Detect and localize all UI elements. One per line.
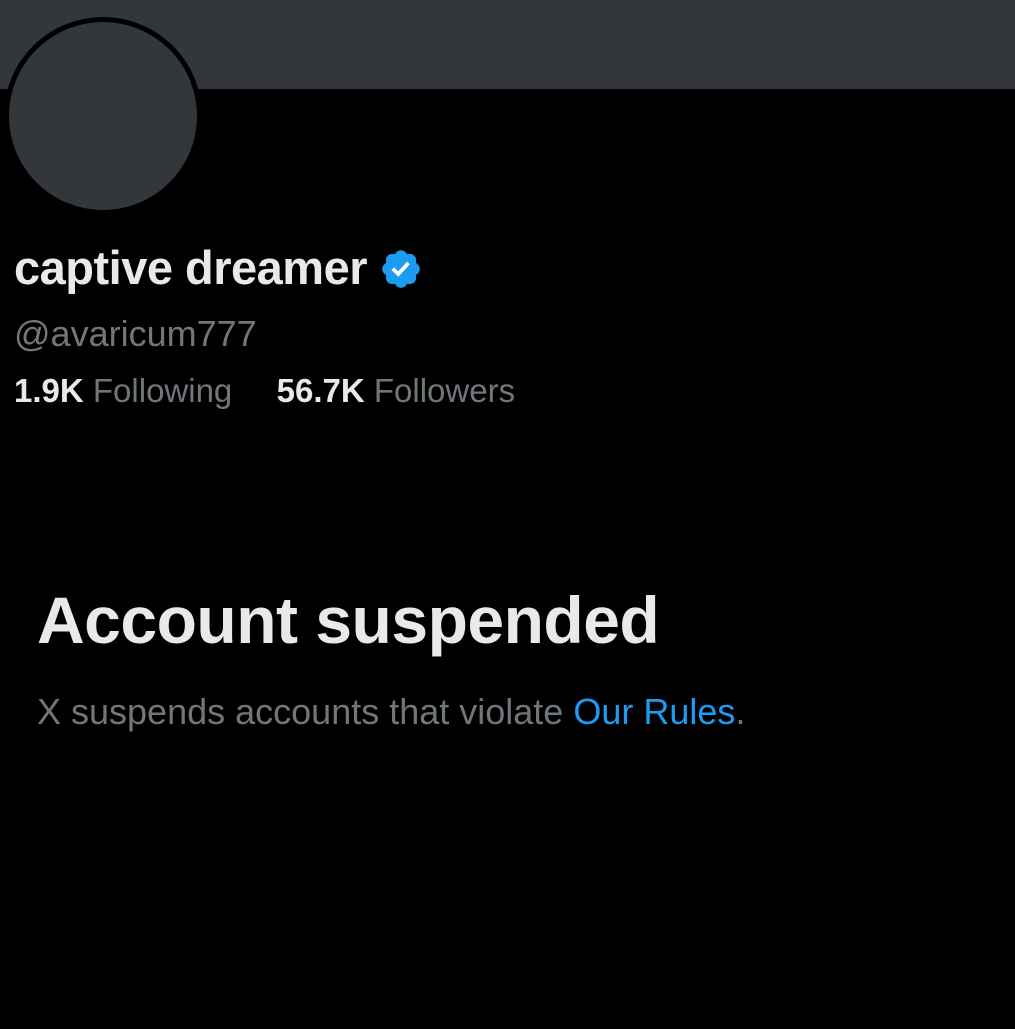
followers-count: 56.7K [276, 372, 365, 409]
suspension-description-period: . [735, 691, 746, 732]
suspension-description-text: X suspends accounts that violate [37, 691, 574, 732]
followers-link[interactable]: 56.7K Followers [267, 372, 515, 409]
verified-badge-icon[interactable] [379, 247, 423, 291]
avatar[interactable] [4, 17, 202, 215]
display-name: captive dreamer [14, 241, 368, 294]
followers-label: Followers [373, 372, 516, 409]
follow-stats: 1.9K Following 56.7K Followers [14, 368, 515, 414]
handle: @avaricum777 [14, 313, 257, 354]
display-name-row: captive dreamer [14, 238, 423, 298]
our-rules-link[interactable]: Our Rules [573, 691, 735, 732]
following-count: 1.9K [14, 372, 84, 409]
following-label: Following [92, 372, 233, 409]
suspension-description: X suspends accounts that violate Our Rul… [37, 686, 745, 738]
following-link[interactable]: 1.9K Following [14, 372, 241, 409]
suspension-title: Account suspended [37, 583, 660, 657]
